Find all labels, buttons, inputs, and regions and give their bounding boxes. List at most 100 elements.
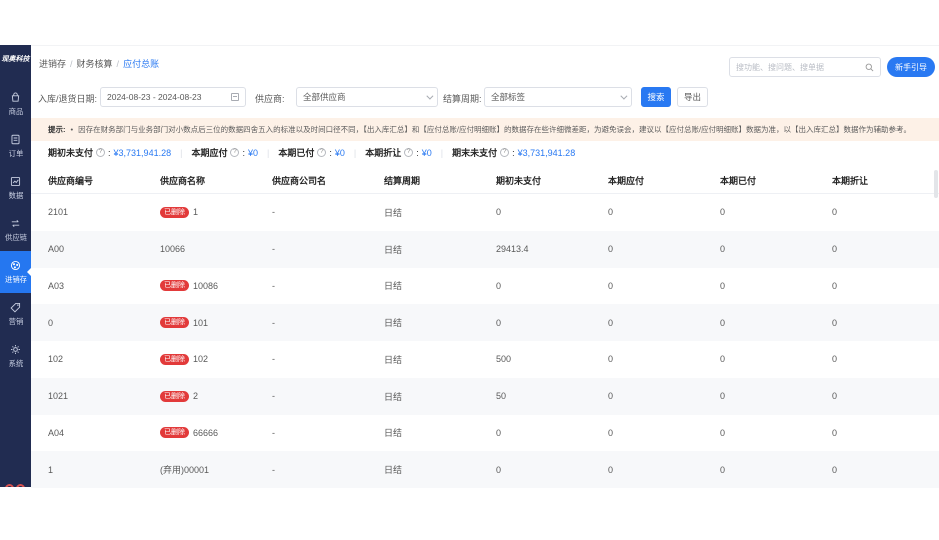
date-filter-label: 入库/退货日期: [38, 92, 97, 105]
cell-opening: 50 [496, 391, 608, 401]
table-row[interactable]: 0已删除101-日结0000 [31, 304, 939, 341]
supplier-name: (弃用)00001 [160, 463, 209, 476]
cell-name: 已删除1 [160, 207, 272, 218]
cell-discount: 0 [832, 428, 939, 438]
supplier-filter-label: 供应商: [255, 92, 285, 105]
cell-paid: 0 [720, 354, 832, 364]
cell-payable: 0 [608, 354, 720, 364]
sidebar-item-label: 供应链 [4, 232, 26, 242]
help-icon[interactable] [500, 148, 509, 157]
summary-separator: | [267, 148, 269, 158]
table-row[interactable]: 1021已删除2-日结50000 [31, 378, 939, 415]
sidebar-item-goods[interactable]: 商品 [0, 83, 31, 125]
summary-label: 本期折让 [365, 146, 401, 159]
summary-item: 期初未支付:¥3,731,941.28 [48, 146, 171, 159]
column-header[interactable]: 结算周期 [384, 174, 496, 187]
cell-opening: 0 [496, 465, 608, 475]
deleted-badge: 已删除 [160, 207, 189, 218]
bullet-icon: • [71, 125, 74, 134]
summary-label: 本期已付 [278, 146, 314, 159]
deleted-badge: 已删除 [160, 280, 189, 291]
help-icon[interactable] [230, 148, 239, 157]
cell-company: - [272, 391, 384, 401]
summary-value: ¥0 [248, 148, 258, 158]
table-body: 2101已删除1-日结0000A0010066-日结29413.4000A03已… [31, 194, 939, 488]
summary-value: ¥0 [335, 148, 345, 158]
main-panel: 进销存 / 财务核算 / 应付总账 新手引导 入库/退货日期: 2024-08-… [31, 45, 939, 487]
column-header[interactable]: 期初未支付 [496, 174, 608, 187]
notice-bar: 提示: • 因存在财务部门与业务部门对小数点后三位的数据四舍五入的标准以及时间口… [31, 118, 939, 141]
cell-opening: 0 [496, 207, 608, 217]
cell-discount: 0 [832, 354, 939, 364]
payable-table: 供应商编号供应商名称供应商公司名结算周期期初未支付本期应付本期已付本期折让 21… [31, 168, 939, 487]
date-range-value: 2024-08-23 - 2024-08-23 [107, 92, 231, 102]
cycle-select[interactable]: 全部标签 [484, 87, 632, 107]
supplier-select[interactable]: 全部供应商 [296, 87, 438, 107]
global-search-input[interactable] [736, 63, 865, 72]
sidebar-nav: 商品订单数据供应链进销存营销系统 [0, 83, 31, 377]
beginner-guide-button[interactable]: 新手引导 [887, 57, 935, 77]
table-row[interactable]: A0010066-日结29413.4000 [31, 231, 939, 268]
gear-icon [9, 343, 22, 356]
column-header[interactable]: 本期折让 [832, 174, 939, 187]
table-row[interactable]: 102已删除102-日结500000 [31, 341, 939, 378]
cell-payable: 0 [608, 465, 720, 475]
sidebar-item-supply[interactable]: 供应链 [0, 209, 31, 251]
deleted-badge: 已删除 [160, 317, 189, 328]
cell-company: - [272, 281, 384, 291]
summary-label: 本期应付 [191, 146, 227, 159]
sidebar-item-inventory[interactable]: 进销存 [0, 251, 31, 293]
cell-company: - [272, 318, 384, 328]
column-header[interactable]: 供应商编号 [48, 174, 160, 187]
summary-item: 本期应付:¥0 [191, 146, 258, 159]
sidebar-item-marketing[interactable]: 营销 [0, 293, 31, 335]
table-scrollbar[interactable] [934, 170, 938, 198]
screen: 现奥科技 商品订单数据供应链进销存营销系统 进销存 / 财务核算 / 应付总账 … [0, 0, 939, 540]
table-row[interactable]: 1(弃用)00001-日结0000 [31, 451, 939, 488]
breadcrumb: 进销存 / 财务核算 / 应付总账 [39, 57, 159, 70]
table-row[interactable]: 2101已删除1-日结0000 [31, 194, 939, 231]
column-header[interactable]: 本期已付 [720, 174, 832, 187]
summary-colon: : [108, 148, 111, 158]
cell-company: - [272, 354, 384, 364]
table-row[interactable]: A04已删除66666-日结0000 [31, 415, 939, 452]
cell-opening: 29413.4 [496, 244, 608, 254]
global-search[interactable] [729, 57, 881, 77]
search-icon[interactable] [865, 63, 874, 72]
deleted-badge: 已删除 [160, 354, 189, 365]
column-header[interactable]: 供应商公司名 [272, 174, 384, 187]
column-header[interactable]: 本期应付 [608, 174, 720, 187]
date-range-input[interactable]: 2024-08-23 - 2024-08-23 [100, 87, 246, 107]
sidebar-item-system[interactable]: 系统 [0, 335, 31, 377]
cell-payable: 0 [608, 318, 720, 328]
sidebar-item-data[interactable]: 数据 [0, 167, 31, 209]
cell-discount: 0 [832, 465, 939, 475]
summary-separator: | [354, 148, 356, 158]
help-icon[interactable] [317, 148, 326, 157]
summary-value: ¥3,731,941.28 [518, 148, 576, 158]
summary-colon: : [416, 148, 419, 158]
breadcrumb-current: 应付总账 [123, 57, 159, 70]
cycle-filter-label: 结算周期: [443, 92, 482, 105]
order-icon [9, 133, 22, 146]
cell-code: 102 [48, 354, 160, 364]
cell-code: A03 [48, 281, 160, 291]
search-button[interactable]: 搜索 [641, 87, 671, 107]
breadcrumb-item[interactable]: 财务核算 [77, 57, 113, 70]
column-header[interactable]: 供应商名称 [160, 174, 272, 187]
breadcrumb-item[interactable]: 进销存 [39, 57, 66, 70]
cell-discount: 0 [832, 207, 939, 217]
supplier-name: 10066 [160, 244, 185, 254]
help-icon[interactable] [96, 148, 105, 157]
cell-cycle: 日结 [384, 353, 496, 366]
summary-label: 期末未支付 [452, 146, 497, 159]
supplier-name: 10086 [193, 281, 218, 291]
help-icon[interactable] [404, 148, 413, 157]
cell-name: (弃用)00001 [160, 463, 272, 476]
table-row[interactable]: A03已删除10086-日结0000 [31, 268, 939, 305]
bag-icon [9, 91, 22, 104]
export-button[interactable]: 导出 [677, 87, 708, 107]
sidebar: 现奥科技 商品订单数据供应链进销存营销系统 [0, 45, 31, 487]
sidebar-item-orders[interactable]: 订单 [0, 125, 31, 167]
cell-cycle: 日结 [384, 426, 496, 439]
